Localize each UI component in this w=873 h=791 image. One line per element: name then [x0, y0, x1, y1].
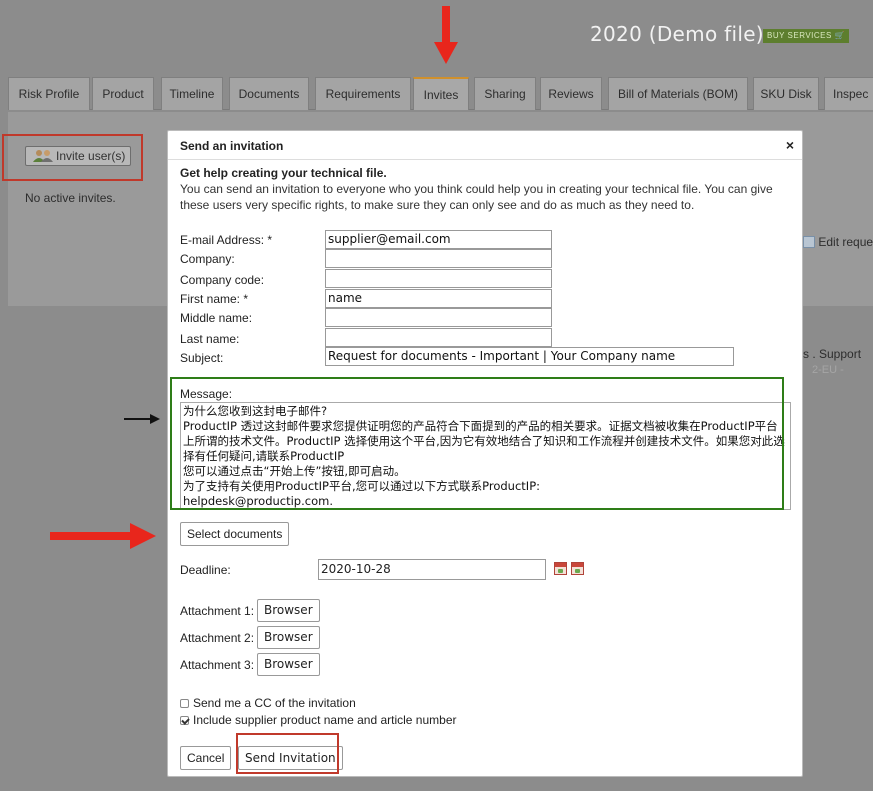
- annotation-box-send-invitation: [236, 733, 339, 774]
- buy-services-label: BUY SERVICES: [767, 31, 832, 40]
- deadline-field[interactable]: 2020-10-28: [318, 559, 546, 580]
- calendar-add-icon[interactable]: [554, 562, 567, 575]
- edit-request-link[interactable]: Edit reque: [803, 235, 873, 249]
- annotation-box-invite-users: [2, 134, 143, 181]
- annotation-box-message: [170, 377, 784, 510]
- tab-timeline[interactable]: Timeline: [161, 77, 223, 110]
- last-name-field[interactable]: [325, 328, 552, 347]
- cart-icon: 🛒: [834, 31, 846, 40]
- support-subtext: 2-EU -: [812, 364, 844, 376]
- help-title: Get help creating your technical file.: [180, 166, 387, 180]
- tab-sku-disk[interactable]: SKU Disk: [753, 77, 819, 110]
- tab-inspection[interactable]: Inspec: [824, 77, 873, 110]
- include-product-checkbox-label: Include supplier product name and articl…: [193, 713, 457, 727]
- attachment-3-browse-button[interactable]: Browser: [257, 653, 320, 676]
- annotation-arrow-down-icon: [434, 6, 458, 67]
- tab-requirements[interactable]: Requirements: [315, 77, 411, 110]
- support-link[interactable]: s . Support: [803, 347, 861, 361]
- select-documents-button[interactable]: Select documents: [180, 522, 290, 546]
- file-title: 2020 (Demo file): [590, 22, 764, 46]
- dialog-header: Send an invitation ×: [168, 131, 802, 160]
- no-invites-text: No active invites.: [25, 191, 116, 205]
- cancel-button[interactable]: Cancel: [180, 746, 232, 770]
- subject-label: Subject:: [180, 351, 224, 365]
- company-code-label: Company code:: [180, 273, 265, 287]
- attachment-3-label: Attachment 3:: [180, 658, 255, 672]
- edit-icon: [803, 236, 815, 248]
- company-field[interactable]: [325, 249, 552, 268]
- tab-invites[interactable]: Invites: [413, 77, 469, 110]
- tab-sharing[interactable]: Sharing: [474, 77, 536, 110]
- attachment-1-browse-button[interactable]: Browser: [257, 599, 320, 622]
- first-name-field[interactable]: name: [325, 289, 552, 308]
- tab-bill-of-materials[interactable]: Bill of Materials (BOM): [608, 77, 748, 110]
- email-field[interactable]: supplier@email.com: [325, 230, 552, 249]
- help-description: You can send an invitation to everyone w…: [180, 182, 773, 212]
- company-code-field[interactable]: [325, 269, 552, 288]
- tab-product[interactable]: Product: [92, 77, 154, 110]
- cc-checkbox-row[interactable]: Send me a CC of the invitation: [180, 696, 356, 710]
- annotation-arrow-small-icon: [124, 413, 160, 428]
- middle-name-label: Middle name:: [180, 311, 253, 325]
- edit-request-label: Edit reque: [818, 235, 873, 249]
- tab-risk-profile[interactable]: Risk Profile: [8, 77, 90, 110]
- cc-checkbox[interactable]: [180, 699, 189, 708]
- tab-reviews[interactable]: Reviews: [540, 77, 602, 110]
- attachment-1-label: Attachment 1:: [180, 604, 255, 618]
- company-label: Company:: [180, 252, 235, 266]
- include-product-checkbox[interactable]: [180, 716, 189, 725]
- subject-field[interactable]: Request for documents - Important | Your…: [325, 347, 734, 366]
- include-product-checkbox-row[interactable]: Include supplier product name and articl…: [180, 713, 456, 727]
- first-name-label: First name: *: [180, 292, 249, 306]
- tab-documents[interactable]: Documents: [229, 77, 309, 110]
- deadline-label: Deadline:: [180, 563, 231, 577]
- attachment-2-label: Attachment 2:: [180, 631, 255, 645]
- dialog-title: Send an invitation: [180, 139, 284, 153]
- tab-bar: Risk Profile Product Timeline Documents …: [8, 77, 873, 110]
- calendar-clear-icon[interactable]: [571, 562, 584, 575]
- annotation-arrow-right-icon: [50, 523, 156, 552]
- close-icon[interactable]: ×: [786, 137, 794, 153]
- last-name-label: Last name:: [180, 332, 240, 346]
- middle-name-field[interactable]: [325, 308, 552, 327]
- buy-services-button[interactable]: BUY SERVICES 🛒: [763, 29, 850, 43]
- cc-checkbox-label: Send me a CC of the invitation: [193, 696, 356, 710]
- attachment-2-browse-button[interactable]: Browser: [257, 626, 320, 649]
- email-label: E-mail Address: *: [180, 233, 273, 247]
